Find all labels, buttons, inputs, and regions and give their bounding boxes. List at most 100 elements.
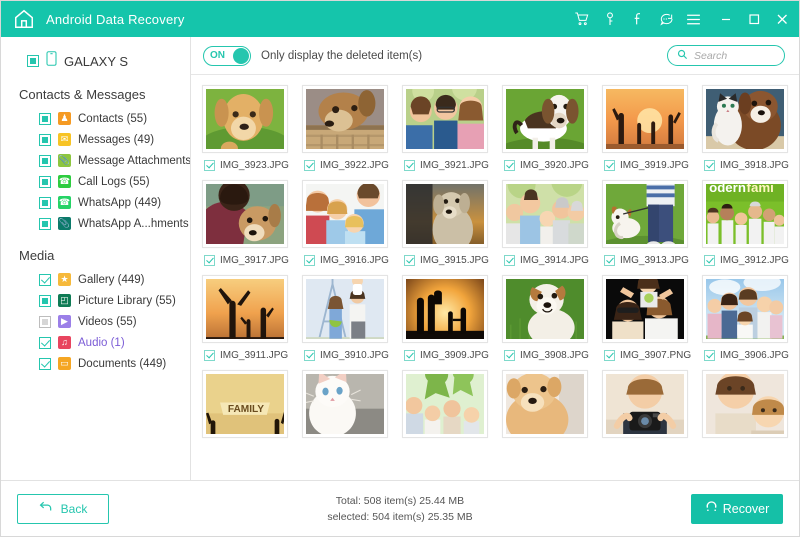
thumbnail-image[interactable] — [706, 374, 784, 434]
thumbnail-frame[interactable]: FAMILY — [202, 370, 288, 438]
sidebar-item-checkbox[interactable] — [39, 336, 51, 349]
key-icon[interactable] — [601, 11, 618, 28]
thumbnail-image[interactable] — [506, 374, 584, 434]
minimize-button[interactable] — [718, 12, 733, 27]
sidebar-item-message-attachments[interactable]: 📎 Message Attachments (5) — [1, 150, 190, 171]
thumbnail-frame[interactable] — [402, 180, 488, 248]
thumbnail-image[interactable] — [506, 89, 584, 149]
thumbnail-image[interactable] — [306, 184, 384, 244]
thumbnail-cell[interactable]: IMG_3907.PNG — [597, 275, 693, 370]
thumbnail-image[interactable] — [406, 279, 484, 339]
thumbnail-checkbox[interactable] — [304, 255, 315, 266]
thumbnail-frame[interactable] — [402, 85, 488, 153]
thumbnail-image[interactable] — [406, 89, 484, 149]
thumbnail-checkbox[interactable] — [304, 350, 315, 361]
cart-icon[interactable] — [573, 11, 590, 28]
thumbnail-cell[interactable] — [397, 370, 493, 438]
sidebar-item-checkbox[interactable] — [39, 154, 51, 167]
thumbnail-image[interactable] — [506, 279, 584, 339]
thumbnail-cell[interactable]: IMG_3922.JPG — [297, 85, 393, 180]
home-icon[interactable] — [13, 8, 35, 30]
thumbnail-image[interactable] — [306, 279, 384, 339]
thumbnail-image[interactable] — [206, 279, 284, 339]
thumbnail-cell[interactable]: IMG_3906.JPG — [697, 275, 793, 370]
deleted-only-toggle[interactable]: ON — [203, 45, 251, 66]
thumbnail-frame[interactable] — [402, 275, 488, 343]
thumbnail-frame[interactable] — [702, 85, 788, 153]
thumbnail-cell[interactable]: IMG_3913.JPG — [597, 180, 693, 275]
sidebar-item-checkbox[interactable] — [39, 112, 51, 125]
thumbnail-frame[interactable] — [202, 180, 288, 248]
sidebar-item-audio[interactable]: ♫ Audio (1) — [1, 332, 190, 353]
thumbnail-image[interactable] — [306, 374, 384, 434]
thumbnail-cell[interactable] — [697, 370, 793, 438]
thumbnail-checkbox[interactable] — [704, 160, 715, 171]
thumbnail-cell[interactable]: IMG_3921.JPG — [397, 85, 493, 180]
close-button[interactable] — [774, 12, 789, 27]
thumbnail-frame[interactable] — [302, 370, 388, 438]
sidebar-item-whatsapp-attachments[interactable]: 📎 WhatsApp A...hments (0) — [1, 213, 190, 234]
thumbnail-grid-container[interactable]: IMG_3923.JPG IMG_3922.JPG IMG_3921.JPG IMG_… — [191, 75, 799, 480]
sidebar-item-checkbox[interactable] — [39, 357, 51, 370]
thumbnail-checkbox[interactable] — [604, 255, 615, 266]
thumbnail-cell[interactable]: odern fami IMG_3912.JPG — [697, 180, 793, 275]
thumbnail-checkbox[interactable] — [404, 160, 415, 171]
sidebar-item-checkbox[interactable] — [39, 273, 51, 286]
thumbnail-image[interactable] — [706, 89, 784, 149]
sidebar-item-picture-library[interactable]: ◰ Picture Library (55) — [1, 290, 190, 311]
thumbnail-checkbox[interactable] — [504, 160, 515, 171]
thumbnail-image[interactable] — [606, 184, 684, 244]
sidebar-item-checkbox[interactable] — [39, 217, 51, 230]
sidebar-item-checkbox[interactable] — [39, 196, 51, 209]
thumbnail-cell[interactable]: IMG_3914.JPG — [497, 180, 593, 275]
thumbnail-cell[interactable] — [497, 370, 593, 438]
sidebar-item-checkbox[interactable] — [39, 315, 51, 328]
thumbnail-frame[interactable] — [302, 275, 388, 343]
thumbnail-checkbox[interactable] — [604, 160, 615, 171]
thumbnail-frame[interactable] — [202, 85, 288, 153]
thumbnail-image[interactable] — [406, 374, 484, 434]
thumbnail-frame[interactable] — [702, 370, 788, 438]
thumbnail-image[interactable] — [506, 184, 584, 244]
thumbnail-frame[interactable] — [302, 85, 388, 153]
sidebar-item-checkbox[interactable] — [39, 133, 51, 146]
thumbnail-frame[interactable] — [502, 85, 588, 153]
sidebar-item-documents[interactable]: ▭ Documents (449) — [1, 353, 190, 374]
thumbnail-image[interactable] — [306, 89, 384, 149]
sidebar-item-videos[interactable]: ▶ Videos (55) — [1, 311, 190, 332]
thumbnail-image[interactable] — [206, 184, 284, 244]
thumbnail-image[interactable] — [406, 184, 484, 244]
thumbnail-image[interactable] — [206, 89, 284, 149]
thumbnail-cell[interactable]: IMG_3910.JPG — [297, 275, 393, 370]
maximize-button[interactable] — [746, 12, 761, 27]
thumbnail-checkbox[interactable] — [404, 255, 415, 266]
sidebar-item-whatsapp[interactable]: ☎ WhatsApp (449) — [1, 192, 190, 213]
thumbnail-cell[interactable]: FAMILY — [197, 370, 293, 438]
thumbnail-frame[interactable] — [702, 275, 788, 343]
thumbnail-checkbox[interactable] — [404, 350, 415, 361]
back-button[interactable]: Back — [17, 493, 109, 524]
sidebar-device-row[interactable]: GALAXY S — [1, 49, 190, 73]
thumbnail-cell[interactable]: IMG_3916.JPG — [297, 180, 393, 275]
thumbnail-cell[interactable]: IMG_3920.JPG — [497, 85, 593, 180]
device-checkbox[interactable] — [27, 55, 39, 67]
thumbnail-checkbox[interactable] — [204, 255, 215, 266]
thumbnail-checkbox[interactable] — [504, 350, 515, 361]
thumbnail-frame[interactable] — [502, 275, 588, 343]
thumbnail-cell[interactable]: IMG_3923.JPG — [197, 85, 293, 180]
thumbnail-cell[interactable] — [297, 370, 393, 438]
thumbnail-cell[interactable]: IMG_3909.JPG — [397, 275, 493, 370]
thumbnail-checkbox[interactable] — [304, 160, 315, 171]
thumbnail-checkbox[interactable] — [204, 160, 215, 171]
thumbnail-frame[interactable] — [402, 370, 488, 438]
thumbnail-checkbox[interactable] — [504, 255, 515, 266]
thumbnail-checkbox[interactable] — [704, 350, 715, 361]
menu-icon[interactable] — [685, 11, 702, 28]
thumbnail-cell[interactable] — [597, 370, 693, 438]
thumbnail-cell[interactable]: IMG_3911.JPG — [197, 275, 293, 370]
thumbnail-cell[interactable]: IMG_3917.JPG — [197, 180, 293, 275]
thumbnail-image[interactable] — [606, 89, 684, 149]
facebook-icon[interactable] — [629, 11, 646, 28]
thumbnail-cell[interactable]: IMG_3918.JPG — [697, 85, 793, 180]
thumbnail-checkbox[interactable] — [204, 350, 215, 361]
